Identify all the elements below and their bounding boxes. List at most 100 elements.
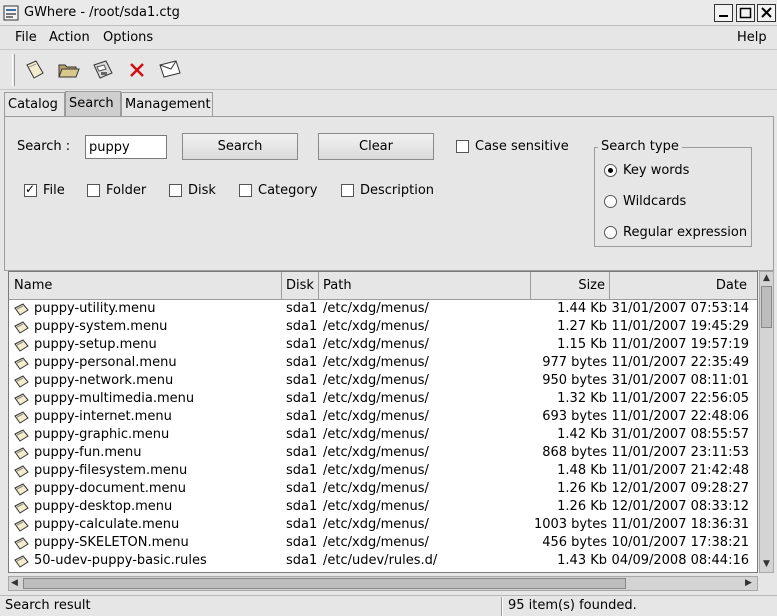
cell-disk: sda1 (286, 409, 318, 424)
horizontal-scrollbar[interactable]: ◀ ▶ (8, 576, 758, 591)
menu-action[interactable]: Action (49, 30, 90, 45)
minimize-button[interactable] (714, 4, 733, 22)
results-header: Name Disk Path Size Date (9, 272, 757, 300)
cell-path: /etc/xdg/menus/ (323, 535, 429, 550)
mail-envelope-icon[interactable] (157, 57, 183, 83)
cell-path: /etc/xdg/menus/ (323, 391, 429, 406)
cell-size: 1.43 Kb (557, 553, 607, 568)
description-checkbox[interactable] (341, 184, 354, 197)
maximize-button[interactable] (736, 4, 755, 22)
table-row[interactable]: puppy-setup.menu sda1/etc/xdg/menus/1.15 … (9, 336, 757, 354)
table-row[interactable]: puppy-document.menu sda1/etc/xdg/menus/1.… (9, 480, 757, 498)
menu-help[interactable]: Help (737, 30, 767, 45)
file-icon (13, 410, 29, 424)
cell-date: 11/01/2007 19:57:19 (611, 337, 749, 352)
table-row[interactable]: puppy-calculate.menu sda1/etc/xdg/menus/1… (9, 516, 757, 534)
column-size-header[interactable]: Size (531, 272, 610, 299)
status-left-text: Search result (5, 598, 91, 613)
scroll-left-icon[interactable]: ◀ (11, 578, 18, 588)
cell-path: /etc/xdg/menus/ (323, 373, 429, 388)
scroll-up-icon[interactable]: ▲ (763, 273, 770, 283)
column-name-header[interactable]: Name (9, 272, 282, 299)
cell-disk: sda1 (286, 445, 318, 460)
menu-file[interactable]: File (15, 30, 37, 45)
radio-wildcards[interactable] (604, 195, 617, 208)
cell-name: puppy-internet.menu (34, 409, 172, 424)
table-row[interactable]: puppy-graphic.menu sda1/etc/xdg/menus/1.4… (9, 426, 757, 444)
column-size-label: Size (578, 278, 605, 293)
new-catalog-icon[interactable] (22, 57, 48, 83)
toolbar-handle[interactable] (12, 54, 15, 86)
cell-name: puppy-utility.menu (34, 301, 156, 316)
delete-x-icon[interactable] (124, 57, 150, 83)
scroll-down-icon[interactable]: ▼ (763, 559, 770, 569)
cell-size: 1.26 Kb (557, 499, 607, 514)
table-row[interactable]: puppy-SKELETON.menu sda1/etc/xdg/menus/45… (9, 534, 757, 552)
close-icon (761, 7, 772, 18)
column-date-header[interactable]: Date (610, 272, 757, 299)
cell-name: 50-udev-puppy-basic.rules (34, 553, 207, 568)
cell-date: 11/01/2007 23:11:53 (611, 445, 749, 460)
scroll-right-icon[interactable]: ▶ (745, 578, 752, 588)
category-checkbox[interactable] (239, 184, 252, 197)
cell-name: puppy-multimedia.menu (34, 391, 195, 406)
category-checkbox-label: Category (258, 183, 318, 198)
close-button[interactable] (757, 4, 776, 22)
cell-date: 11/01/2007 21:42:48 (611, 463, 749, 478)
cell-path: /etc/xdg/menus/ (323, 427, 429, 442)
cell-name: puppy-setup.menu (34, 337, 157, 352)
clear-button[interactable]: Clear (318, 133, 434, 160)
file-checkbox[interactable] (24, 182, 37, 197)
cell-date: 11/01/2007 22:35:49 (611, 355, 749, 370)
file-icon (13, 518, 29, 532)
radio-regular-expression[interactable] (604, 226, 617, 239)
toolbar (0, 50, 777, 90)
tab-management[interactable]: Management (121, 92, 213, 116)
horizontal-scroll-thumb[interactable] (23, 578, 626, 589)
case-sensitive-checkbox[interactable] (456, 140, 469, 153)
cell-date: 12/01/2007 09:28:27 (611, 481, 749, 496)
search-input[interactable] (85, 135, 167, 159)
disk-checkbox[interactable] (169, 184, 182, 197)
cell-disk: sda1 (286, 535, 318, 550)
search-label: Search : (17, 139, 71, 154)
cell-path: /etc/xdg/menus/ (323, 319, 429, 334)
cell-name: puppy-document.menu (34, 481, 187, 496)
table-row[interactable]: 50-udev-puppy-basic.rules sda1/etc/udev/r… (9, 552, 757, 570)
table-row[interactable]: puppy-system.menu sda1/etc/xdg/menus/1.27… (9, 318, 757, 336)
cell-disk: sda1 (286, 391, 318, 406)
cell-size: 693 bytes (542, 409, 607, 424)
column-disk-header[interactable]: Disk (282, 272, 319, 299)
tab-catalog[interactable]: Catalog (4, 92, 65, 116)
column-path-header[interactable]: Path (319, 272, 531, 299)
table-row[interactable]: puppy-fun.menu sda1/etc/xdg/menus/868 byt… (9, 444, 757, 462)
cell-size: 977 bytes (542, 355, 607, 370)
tab-search[interactable]: Search (65, 91, 121, 116)
cell-path: /etc/xdg/menus/ (323, 463, 429, 478)
table-row[interactable]: puppy-network.menu sda1/etc/xdg/menus/950… (9, 372, 757, 390)
cell-name: puppy-desktop.menu (34, 499, 173, 514)
cell-disk: sda1 (286, 355, 318, 370)
table-row[interactable]: puppy-filesystem.menu sda1/etc/xdg/menus/… (9, 462, 757, 480)
save-disk-icon[interactable] (90, 57, 116, 83)
menu-options[interactable]: Options (103, 30, 153, 45)
table-row[interactable]: puppy-multimedia.menu sda1/etc/xdg/menus/… (9, 390, 757, 408)
cell-disk: sda1 (286, 373, 318, 388)
vertical-scroll-thumb[interactable] (761, 286, 772, 328)
table-row[interactable]: puppy-desktop.menu sda1/etc/xdg/menus/1.2… (9, 498, 757, 516)
menu-bar: File Action Options Help (0, 26, 777, 50)
cell-size: 1.26 Kb (557, 481, 607, 496)
open-folder-icon[interactable] (56, 57, 82, 83)
search-button[interactable]: Search (182, 133, 298, 160)
vertical-scrollbar[interactable]: ▲ ▼ (759, 271, 774, 573)
cell-date: 04/09/2008 08:44:16 (611, 553, 749, 568)
folder-checkbox[interactable] (87, 184, 100, 197)
results-rows: puppy-utility.menu sda1/etc/xdg/menus/1.4… (9, 300, 757, 570)
cell-size: 1.48 Kb (557, 463, 607, 478)
cell-date: 11/01/2007 18:36:31 (611, 517, 749, 532)
table-row[interactable]: puppy-utility.menu sda1/etc/xdg/menus/1.4… (9, 300, 757, 318)
maximize-icon (739, 7, 752, 19)
table-row[interactable]: puppy-personal.menu sda1/etc/xdg/menus/97… (9, 354, 757, 372)
table-row[interactable]: puppy-internet.menu sda1/etc/xdg/menus/69… (9, 408, 757, 426)
radio-key-words[interactable] (604, 164, 617, 177)
